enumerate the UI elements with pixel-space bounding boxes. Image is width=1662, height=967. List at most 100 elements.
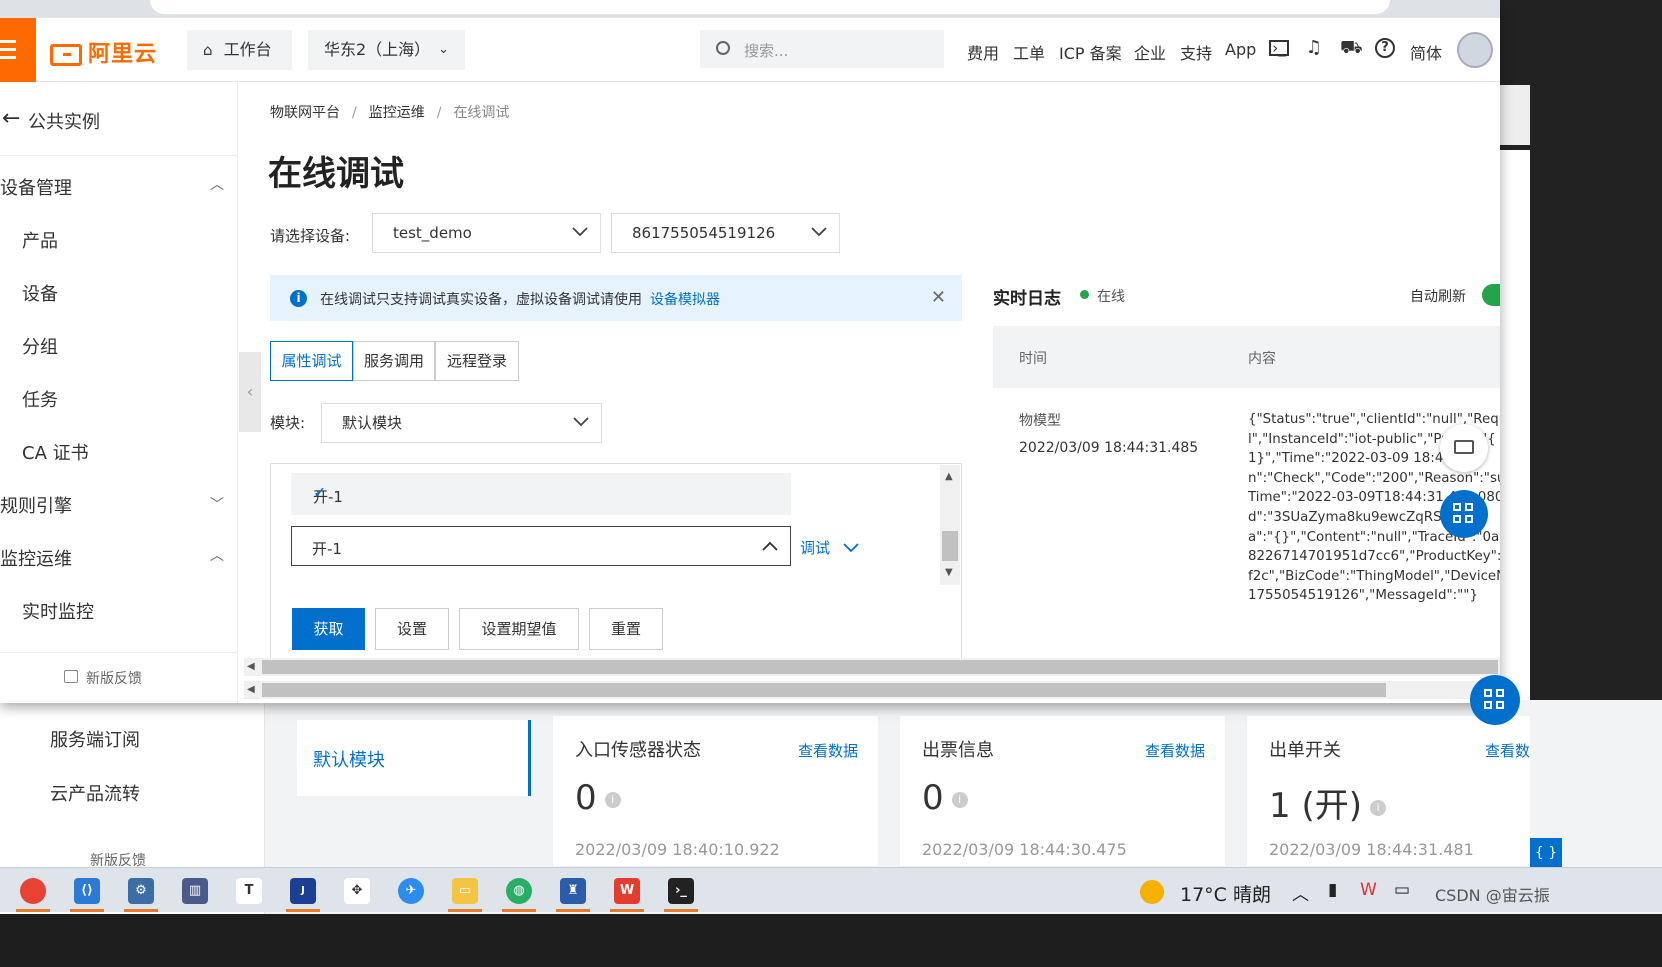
feedback-link[interactable]: 新版反馈 [0, 652, 238, 703]
chart-tool-icon[interactable]: ▥ [182, 878, 208, 904]
weather-status[interactable]: 17°C 晴朗 [1180, 880, 1271, 907]
card-date: 2022/03/09 18:44:30.475 [922, 840, 1127, 859]
sidebar-item-ca-cert[interactable]: CA 证书 [22, 439, 89, 465]
bell-icon[interactable]: ♫ [1304, 38, 1324, 58]
scrollbar-thumb[interactable] [262, 683, 1386, 697]
scroll-down-icon[interactable]: ▼ [945, 567, 953, 578]
tab-property-debug[interactable]: 属性调试 [270, 341, 353, 381]
battery-icon[interactable]: ▭ [1394, 880, 1410, 900]
sidebar-item-realtime-monitor[interactable]: 实时监控 [22, 598, 94, 624]
network-tool-icon[interactable]: ⚙ [128, 878, 154, 904]
apps-icon[interactable] [1440, 490, 1488, 538]
chrome-icon[interactable] [20, 878, 46, 904]
file-explorer-icon[interactable]: ▭ [452, 878, 478, 904]
help-icon[interactable]: ? [1375, 38, 1395, 58]
breadcrumb-item[interactable]: 监控运维 [369, 105, 425, 121]
terminal-icon[interactable]: ›_ [668, 878, 694, 904]
reset-button[interactable]: 重置 [589, 608, 663, 650]
sidebar-item-device[interactable]: 设备 [22, 280, 58, 306]
sidebar-collapse-handle[interactable]: ‹ [239, 352, 261, 432]
wechat-icon[interactable]: ◍ [506, 878, 532, 904]
game-controller-icon[interactable]: ✥ [344, 878, 370, 904]
device-simulator-link[interactable]: 设备模拟器 [650, 292, 720, 308]
sidebar-item-group[interactable]: 分组 [22, 333, 58, 359]
workbench-button[interactable]: ⌂ 工作台 [187, 30, 292, 70]
view-data-link[interactable]: 查看数据 [798, 740, 858, 761]
sidebar-item-cloud-flow[interactable]: 云产品流转 [50, 780, 140, 806]
set-button[interactable]: 设置 [375, 608, 449, 650]
link-support[interactable]: 支持 [1180, 40, 1212, 64]
link-icp[interactable]: ICP 备案 [1059, 40, 1122, 64]
breadcrumb-item[interactable]: 物联网平台 [270, 105, 340, 121]
menu-icon[interactable] [0, 18, 36, 82]
log-row-time: 2022/03/09 18:44:31.485 [1019, 440, 1199, 456]
scroll-up-icon[interactable]: ▲ [945, 471, 953, 482]
terminal-icon[interactable]: ›_ [1269, 40, 1289, 56]
vscode-icon[interactable]: ⟨⟩ [74, 878, 100, 904]
module-label: 模块: [270, 414, 306, 432]
json-view-button[interactable]: { } [1530, 838, 1562, 868]
horizontal-scrollbar[interactable]: ◀ [244, 658, 1500, 676]
back-arrow-icon[interactable]: ← [2, 106, 20, 131]
card-value: 0i [575, 778, 621, 818]
scroll-left-icon[interactable]: ◀ [247, 684, 255, 695]
value-select[interactable]: 开-1 [291, 526, 791, 566]
debug-dropdown-button[interactable]: 调试 [800, 537, 859, 558]
get-button[interactable]: 获取 [292, 608, 365, 650]
chevron-down-icon[interactable]: ﹀ [210, 494, 224, 514]
card-title: 出票信息 [922, 740, 994, 761]
cart-icon[interactable]: ⛟ [1340, 38, 1363, 58]
jflash-icon[interactable]: J [290, 878, 316, 904]
horizontal-scrollbar[interactable]: ◀ ▶ [244, 681, 1500, 699]
view-data-link[interactable]: 查看数 [1485, 740, 1530, 761]
chevron-up-icon[interactable]: ︿ [210, 545, 224, 565]
view-data-link[interactable]: 查看数据 [1145, 740, 1205, 761]
chevron-up-icon[interactable]: ︿ [210, 174, 224, 194]
module-select[interactable]: 默认模块 [321, 403, 602, 443]
device-select[interactable]: 861755054519126 [611, 213, 840, 253]
chat-icon[interactable] [1440, 424, 1488, 472]
sidebar-header[interactable]: ← 公共实例 [0, 82, 238, 156]
tab-remote-login[interactable]: 远程登录 [435, 341, 519, 381]
language-switch[interactable]: 简体 [1410, 40, 1442, 64]
sidebar-group-rules[interactable]: 规则引擎 [0, 492, 72, 518]
avatar[interactable] [1457, 32, 1493, 68]
chevron-up-icon[interactable]: ︿ [1292, 880, 1309, 905]
set-expected-button[interactable]: 设置期望值 [459, 608, 579, 650]
apps-icon[interactable] [1470, 675, 1520, 725]
search-input[interactable]: 搜索... [700, 30, 944, 68]
column-time: 时间 [1019, 351, 1047, 367]
sidebar-group-monitor[interactable]: 监控运维 [0, 545, 72, 571]
tab-service-call[interactable]: 服务调用 [353, 341, 435, 381]
feishu-icon[interactable]: ✈ [398, 878, 424, 904]
product-select[interactable]: test_demo [372, 213, 601, 253]
aliyun-logo[interactable]: 阿里云 [50, 36, 157, 68]
sidebar-item-server-subscription[interactable]: 服务端订阅 [50, 726, 140, 752]
link-fees[interactable]: 费用 [967, 40, 999, 64]
scroll-left-icon[interactable]: ◀ [247, 661, 255, 672]
dropdown-option[interactable]: 开-1 ✓ [291, 473, 791, 515]
link-enterprise[interactable]: 企业 [1134, 40, 1166, 64]
module-tab[interactable]: 默认模块 [297, 720, 531, 796]
sidebar-item-product[interactable]: 产品 [22, 227, 58, 253]
auto-refresh-toggle[interactable] [1482, 284, 1500, 306]
link-app[interactable]: App [1225, 40, 1256, 59]
microphone-icon[interactable]: ▮ [1328, 880, 1337, 900]
console-topbar: 阿里云 ⌂ 工作台 华东2（上海） ⌄ 搜索... 费用 工单 ICP 备案 企… [0, 18, 1500, 82]
address-bar[interactable] [0, 0, 1500, 18]
wps-icon[interactable]: W [614, 878, 640, 904]
scrollbar-thumb[interactable] [262, 660, 1498, 674]
browser-window: 阿里云 ⌂ 工作台 华东2（上海） ⌄ 搜索... 费用 工单 ICP 备案 企… [0, 0, 1500, 703]
keil-icon[interactable]: ♜ [560, 878, 586, 904]
link-tickets[interactable]: 工单 [1013, 40, 1045, 64]
close-icon[interactable]: ✕ [931, 287, 946, 308]
sidebar-item-task[interactable]: 任务 [22, 386, 58, 412]
info-icon: i [951, 791, 968, 808]
panel-scrollbar[interactable]: ▲ ▼ [940, 465, 960, 585]
region-select[interactable]: 华东2（上海） ⌄ [308, 30, 465, 70]
address-bar-field[interactable] [150, 0, 1390, 14]
scrollbar-thumb[interactable] [942, 531, 958, 561]
typora-icon[interactable]: T [236, 878, 262, 904]
wps-tray-icon[interactable]: W [1360, 880, 1377, 900]
sidebar-group-device[interactable]: 设备管理 [0, 174, 72, 200]
